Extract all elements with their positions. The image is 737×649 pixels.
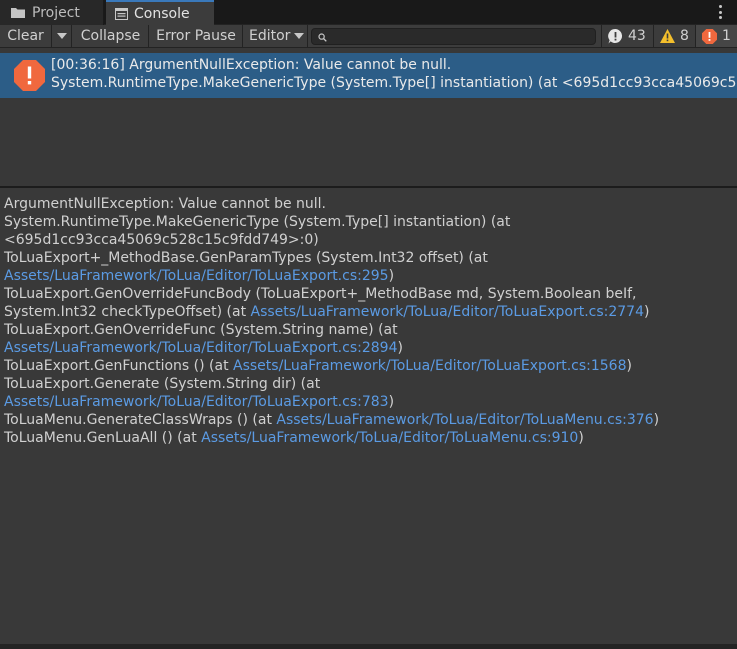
trace-line: ToLuaExport+_MethodBase.GenParamTypes (S… <box>4 250 488 266</box>
trace-line: ToLuaExport.GenFunctions () (at Assets/L… <box>4 358 632 374</box>
source-link[interactable]: Assets/LuaFramework/ToLua/Editor/ToLuaEx… <box>233 358 626 374</box>
source-link[interactable]: Assets/LuaFramework/ToLua/Editor/ToLuaMe… <box>201 430 578 446</box>
source-link[interactable]: Assets/LuaFramework/ToLua/Editor/ToLuaMe… <box>276 412 653 428</box>
log-entry-line-1: [00:36:16] ArgumentNullException: Value … <box>51 57 452 73</box>
trace-line: ToLuaExport.GenOverrideFuncBody (ToLuaEx… <box>4 286 637 302</box>
info-filter-toggle[interactable]: 43 <box>601 25 653 47</box>
error-icon <box>13 59 46 96</box>
warning-icon <box>659 28 676 44</box>
editor-dropdown-label: Editor <box>249 28 291 44</box>
warning-filter-toggle[interactable]: 8 <box>653 25 695 47</box>
source-link[interactable]: Assets/LuaFramework/ToLua/Editor/ToLuaEx… <box>4 340 397 356</box>
tab-console[interactable]: Console <box>106 0 214 25</box>
trace-line: Assets/LuaFramework/ToLua/Editor/ToLuaEx… <box>4 340 403 356</box>
tab-console-label: Console <box>134 5 190 22</box>
clear-options-dropdown[interactable] <box>52 25 72 47</box>
source-link[interactable]: Assets/LuaFramework/ToLua/Editor/ToLuaEx… <box>251 304 644 320</box>
stack-trace-panel: ArgumentNullException: Value cannot be n… <box>0 188 737 646</box>
trace-line: ToLuaExport.Generate (System.String dir)… <box>4 376 321 392</box>
console-icon <box>115 7 128 20</box>
bottom-border <box>0 644 737 649</box>
trace-line: ToLuaExport.GenOverrideFunc (System.Stri… <box>4 322 398 338</box>
tab-bar: Project Console <box>0 0 737 25</box>
trace-line: Assets/LuaFramework/ToLua/Editor/ToLuaEx… <box>4 268 395 284</box>
error-pause-toggle[interactable]: Error Pause <box>150 25 243 47</box>
log-entry-text: [00:36:16] ArgumentNullException: Value … <box>51 56 737 92</box>
clear-button[interactable]: Clear <box>0 25 52 47</box>
trace-line: ToLuaMenu.GenLuaAll () (at Assets/LuaFra… <box>4 430 584 446</box>
info-count: 43 <box>628 28 646 44</box>
search-input[interactable] <box>331 29 591 44</box>
error-filter-toggle[interactable]: 1 <box>695 25 737 47</box>
info-icon <box>607 28 624 45</box>
warning-count: 8 <box>680 28 689 44</box>
trace-line: System.Int32 checkTypeOffset) (at Assets… <box>4 304 650 320</box>
folder-icon <box>11 7 26 19</box>
chevron-down-icon <box>56 33 67 39</box>
source-link[interactable]: Assets/LuaFramework/ToLua/Editor/ToLuaEx… <box>4 268 389 284</box>
trace-line: ArgumentNullException: Value cannot be n… <box>4 196 326 212</box>
search-icon <box>318 27 327 46</box>
trace-line: ToLuaMenu.GenerateClassWraps () (at Asse… <box>4 412 660 428</box>
chevron-down-icon <box>294 33 305 39</box>
error-count: 1 <box>722 28 731 44</box>
trace-line: <695d1cc93cca45069c528c15c9fdd749>:0) <box>4 232 319 248</box>
log-entry-selected[interactable]: [00:36:16] ArgumentNullException: Value … <box>0 53 737 98</box>
log-entry-line-2: System.RuntimeType.MakeGenericType (Syst… <box>51 75 737 91</box>
tab-project-label: Project <box>32 4 80 21</box>
log-list[interactable]: [00:36:16] ArgumentNullException: Value … <box>0 48 737 186</box>
error-icon <box>701 28 718 45</box>
console-toolbar: Clear Collapse Error Pause Editor 43 8 1 <box>0 25 737 48</box>
trace-line: Assets/LuaFramework/ToLua/Editor/ToLuaEx… <box>4 394 395 410</box>
collapse-toggle[interactable]: Collapse <box>73 25 149 47</box>
search-field[interactable] <box>311 28 596 45</box>
tab-project[interactable]: Project <box>0 0 104 25</box>
editor-dropdown[interactable]: Editor <box>244 25 308 47</box>
trace-line: System.RuntimeType.MakeGenericType (Syst… <box>4 214 511 230</box>
source-link[interactable]: Assets/LuaFramework/ToLua/Editor/ToLuaEx… <box>4 394 389 410</box>
kebab-menu-icon[interactable] <box>715 3 725 21</box>
